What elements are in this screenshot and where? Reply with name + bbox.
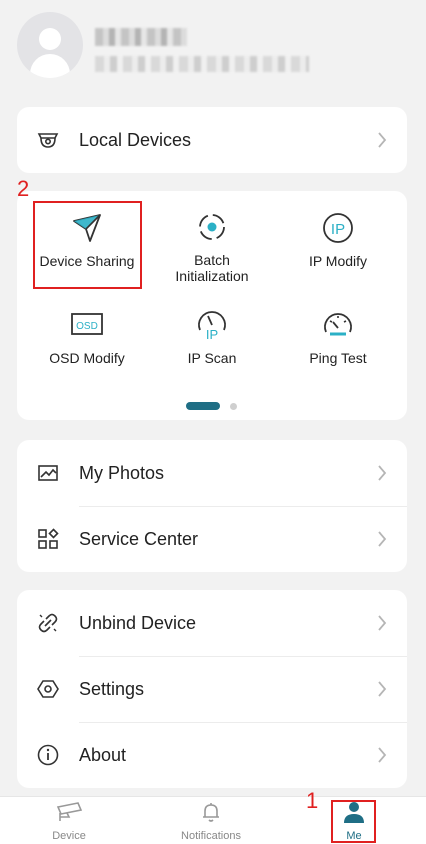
nav-device-label: Device	[52, 830, 86, 842]
service-center-row[interactable]: Service Center	[17, 506, 407, 572]
nav-device[interactable]: Device	[24, 801, 114, 842]
ip-scan-glyph: IP	[206, 327, 218, 342]
me-tab-highlight	[331, 800, 376, 843]
tool-ping-test[interactable]: Ping Test	[278, 308, 398, 366]
account-id-blurred	[95, 56, 309, 72]
device-sharing-highlight	[33, 201, 142, 289]
annotation-step-1: 1	[306, 788, 319, 813]
unbind-device-row[interactable]: Unbind Device	[17, 590, 407, 656]
apps-icon	[38, 528, 59, 549]
annotation-step-2: 2	[17, 176, 30, 201]
tool-label: OSD Modify	[49, 350, 125, 366]
nav-notifications[interactable]: Notifications	[166, 801, 256, 842]
osd-icon: OSD	[71, 313, 103, 335]
account-settings-card: Unbind Device Settings About	[17, 590, 407, 788]
avatar-body-shape	[30, 54, 70, 78]
my-photos-row[interactable]: My Photos	[17, 440, 407, 506]
tool-label: Ping Test	[309, 350, 367, 366]
ip-glyph: IP	[331, 221, 345, 238]
settings-icon	[37, 680, 59, 698]
camera-icon	[37, 133, 59, 148]
nav-notifications-label: Notifications	[181, 830, 241, 842]
tool-label: Batch Initialization	[175, 252, 249, 284]
tool-label: IP Modify	[308, 253, 368, 269]
page-dot-active	[186, 402, 220, 410]
chevron-right-icon	[378, 465, 387, 481]
info-icon	[37, 744, 59, 766]
avatar-head-shape	[39, 28, 61, 50]
page-dot[interactable]	[230, 403, 237, 410]
my-photos-label: My Photos	[79, 462, 165, 483]
batch-init-icon	[199, 214, 225, 240]
chevron-right-icon	[378, 132, 387, 148]
settings-row[interactable]: Settings	[17, 656, 407, 722]
osd-glyph: OSD	[76, 321, 98, 332]
local-devices-card[interactable]: Local Devices	[17, 107, 407, 173]
tool-osd-modify[interactable]: OSD OSD Modify	[27, 308, 147, 366]
tool-ip-modify[interactable]: IP IP Modify	[278, 211, 398, 269]
photo-icon	[38, 465, 58, 481]
bell-icon	[203, 803, 219, 822]
media-service-card: My Photos Service Center	[17, 440, 407, 572]
chevron-right-icon	[378, 615, 387, 631]
ip-icon: IP	[323, 213, 353, 243]
settings-label: Settings	[79, 678, 145, 699]
ip-scan-icon: IP	[198, 311, 226, 342]
service-center-label: Service Center	[79, 528, 199, 549]
about-label: About	[79, 744, 127, 765]
profile-header[interactable]	[0, 0, 426, 100]
cctv-icon	[56, 802, 83, 821]
chevron-right-icon	[378, 531, 387, 547]
unlink-icon	[38, 613, 58, 633]
avatar[interactable]	[17, 12, 83, 78]
chevron-right-icon	[378, 747, 387, 763]
local-devices-label: Local Devices	[79, 129, 192, 150]
chevron-right-icon	[378, 681, 387, 697]
speedometer-icon	[324, 313, 352, 336]
tool-ip-scan[interactable]: IP IP Scan	[152, 308, 272, 366]
about-row[interactable]: About	[17, 722, 407, 788]
tool-batch-initialization[interactable]: Batch Initialization	[152, 210, 272, 284]
tool-label: IP Scan	[187, 350, 237, 366]
unbind-device-label: Unbind Device	[79, 612, 197, 633]
local-devices-row[interactable]: Local Devices	[17, 107, 407, 173]
username-blurred	[95, 28, 187, 46]
